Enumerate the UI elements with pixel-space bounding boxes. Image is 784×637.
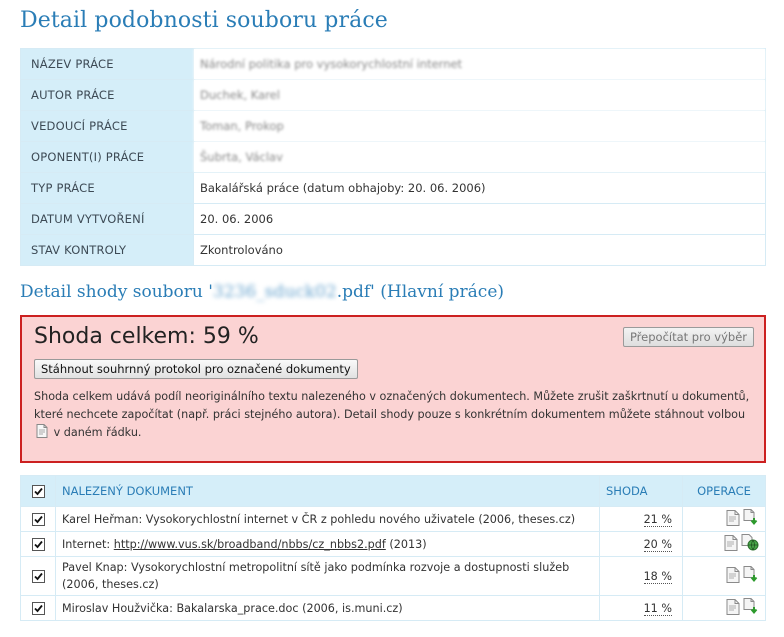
detail-label: OPONENT(I) PRÁCE [20,141,194,173]
detail-label: DATUM VYTVOŘENÍ [20,203,194,235]
work-details-table: NÁZEV PRÁCE Národní politika pro vysokory… [20,48,766,266]
document-title: Pavel Knap: Vysokorychlostní metropolitn… [62,561,570,591]
detail-label: VEDOUCÍ PRÁCE [20,110,194,142]
total-match-heading: Shoda celkem: 59 % [34,324,259,349]
document-select-cell [20,556,56,596]
operations-cell [682,531,766,557]
detail-value: Šubrta, Václav [193,141,766,173]
match-description-tail: v daném řádku. [53,426,142,439]
file-name-link[interactable]: 3236_sduck02 [213,282,337,302]
found-documents-table: NALEZENÝ DOKUMENT SHODA OPERACE Karel He… [20,475,766,621]
document-row: Internet: http://www.vus.sk/broadband/nb… [20,531,766,557]
column-header-operations: OPERACE [682,475,766,507]
operations-cell [682,506,766,532]
detail-label: NÁZEV PRÁCE [20,48,194,80]
document-cell: Karel Heřman: Vysokorychlostní internet … [55,506,600,532]
detail-row: NÁZEV PRÁCE Národní politika pro vysokory… [20,48,766,80]
document-detail-icon[interactable] [726,566,740,586]
detail-row: DATUM VYTVOŘENÍ 20. 06. 2006 [20,203,766,235]
match-description: Shoda celkem udává podíl neoriginálního … [34,388,754,444]
download-summary-button[interactable]: Stáhnout souhrnný protokol pro označené … [34,359,358,379]
match-percentage[interactable]: 18 % [643,569,672,584]
web-link-icon[interactable] [741,534,759,554]
match-cell: 18 % [599,556,683,596]
document-cell: Miroslav Houžvička: Bakalarska_prace.doc… [55,595,600,621]
document-select-cell [20,531,56,557]
document-row: Karel Heřman: Vysokorychlostní internet … [20,506,766,532]
detail-value: Národní politika pro vysokorychlostní in… [193,48,766,80]
file-match-title: Detail shody souboru '3236_sduck02.pdf' … [20,282,504,302]
document-select-cell [20,506,56,532]
match-percentage[interactable]: 11 % [643,601,672,616]
document-url-link[interactable]: http://www.vus.sk/broadband/nbbs/cz_nbbs… [114,538,386,551]
match-percentage[interactable]: 21 % [643,512,672,527]
detail-value: Duchek, Karel [193,79,766,111]
download-icon[interactable] [743,598,759,618]
document-checkbox[interactable] [31,569,45,583]
column-header-match: SHODA [599,475,683,507]
document-detail-icon[interactable] [726,598,740,618]
detail-value: Toman, Prokop [193,110,766,142]
detail-value: Zkontrolováno [193,234,766,266]
table-header-row: NALEZENÝ DOKUMENT SHODA OPERACE [20,475,766,507]
download-icon[interactable] [743,509,759,529]
file-match-title-prefix: Detail shody souboru ' [20,282,213,302]
document-title: Karel Heřman: Vysokorychlostní internet … [62,512,576,526]
document-row: Miroslav Houžvička: Bakalarska_prace.doc… [20,595,766,621]
download-icon[interactable] [743,566,759,586]
select-all-cell [20,475,56,507]
detail-label: TYP PRÁCE [20,172,194,204]
document-cell: Pavel Knap: Vysokorychlostní metropolitn… [55,556,600,596]
match-cell: 11 % [599,595,683,621]
column-header-document: NALEZENÝ DOKUMENT [55,475,600,507]
document-checkbox[interactable] [31,537,45,551]
match-percentage[interactable]: 20 % [643,537,672,552]
detail-label: AUTOR PRÁCE [20,79,194,111]
document-detail-icon[interactable] [724,534,738,554]
page-title: Detail podobnosti souboru práce [20,8,388,33]
detail-label: STAV KONTROLY [20,234,194,266]
document-checkbox[interactable] [31,512,45,526]
detail-row: AUTOR PRÁCE Duchek, Karel [20,79,766,111]
select-all-checkbox[interactable] [31,485,45,498]
match-description-text: Shoda celkem udává podíl neoriginálního … [34,390,750,421]
detail-row: VEDOUCÍ PRÁCE Toman, Prokop [20,110,766,142]
file-match-title-suffix: .pdf' (Hlavní práce) [336,282,505,302]
document-select-cell [20,595,56,621]
recalculate-button[interactable]: Přepočítat pro výběr [622,327,754,347]
match-cell: 20 % [599,531,683,557]
document-title: Internet: [62,537,114,551]
detail-row: OPONENT(I) PRÁCE Šubrta, Václav [20,141,766,173]
page: Detail podobnosti souboru práce NÁZEV PR… [0,0,784,637]
operations-cell [682,595,766,621]
document-year: (2013) [385,537,427,551]
document-download-icon [36,424,48,444]
document-cell: Internet: http://www.vus.sk/broadband/nb… [55,531,600,557]
document-checkbox[interactable] [31,601,45,615]
operations-cell [682,556,766,596]
detail-value: Bakalářská práce (datum obhajoby: 20. 06… [193,172,766,204]
detail-row: STAV KONTROLY Zkontrolováno [20,234,766,266]
match-summary-panel: Shoda celkem: 59 % Přepočítat pro výběr … [20,315,766,463]
document-row: Pavel Knap: Vysokorychlostní metropolitn… [20,556,766,596]
match-cell: 21 % [599,506,683,532]
document-detail-icon[interactable] [726,509,740,529]
detail-row: TYP PRÁCE Bakalářská práce (datum obhajob… [20,172,766,204]
document-title: Miroslav Houžvička: Bakalarska_prace.doc… [62,601,403,615]
detail-value: 20. 06. 2006 [193,203,766,235]
